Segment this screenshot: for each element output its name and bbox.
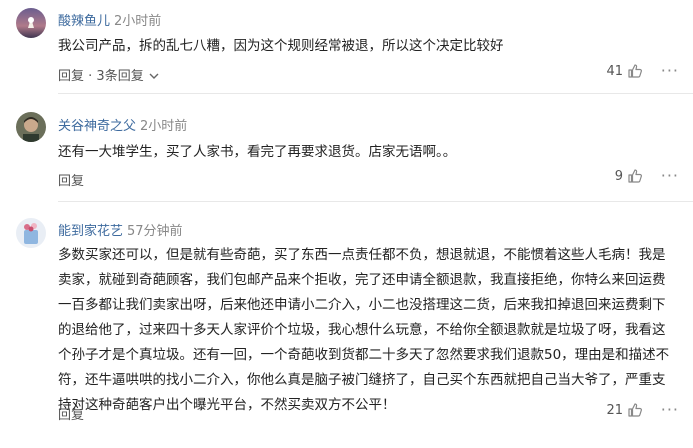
reply-button[interactable]: 回复 [58,174,84,189]
like-count: 41 [606,63,623,79]
like-control[interactable]: 41 [606,63,643,79]
comment-item: 能到家花艺 57分钟前 多数买家还可以，但是就有些奇葩，买了东西一点责任都不负，想… [0,202,693,448]
chevron-down-icon[interactable] [149,69,159,84]
comment-item: 酸辣鱼儿 2小时前 我公司产品，拆的乱七八糟，因为这个规则经常被退，所以这个决定比… [0,0,693,94]
reply-button[interactable]: 回复 [58,408,84,423]
thumbs-up-icon[interactable] [627,63,643,79]
comment-username[interactable]: 酸辣鱼儿 2小时前 [58,10,161,29]
more-dots-icon[interactable]: ··· [661,166,679,185]
sunset-avatar-icon[interactable] [16,8,46,38]
more-dots-icon[interactable]: ··· [661,61,679,80]
replies-count-link[interactable]: · 3条回复 [88,69,144,84]
comment-actions: 回复 [58,404,84,423]
flower-avatar-icon[interactable] [16,218,46,248]
like-count: 9 [614,168,623,184]
comment-text: 我公司产品，拆的乱七八糟，因为这个规则经常被退，所以这个决定比较好 [58,38,504,54]
comment-time: 2小时前 [114,14,162,29]
comment-text: 多数买家还可以，但是就有些奇葩，买了东西一点责任都不负，想退就退，不能惯着这些人… [58,247,670,413]
username-text[interactable]: 关谷神奇之父 [58,119,136,134]
like-control[interactable]: 21 [606,402,643,418]
like-count: 21 [606,402,623,418]
like-control[interactable]: 9 [615,168,643,184]
comment-time: 57分钟前 [127,224,183,239]
thumbs-up-icon[interactable] [627,402,643,418]
thumbs-up-icon[interactable] [627,168,643,184]
comment-actions: 回复 · 3条回复 [58,65,159,84]
more-dots-icon[interactable]: ··· [661,400,679,419]
username-text[interactable]: 酸辣鱼儿 [58,14,110,29]
comment-username[interactable]: 关谷神奇之父 2小时前 [58,115,187,134]
reply-button[interactable]: 回复 [58,69,84,84]
portrait-avatar-icon[interactable] [16,112,46,142]
comment-item: 关谷神奇之父 2小时前 还有一大堆学生，买了人家书，看完了再要求退货。店家无语啊。… [0,94,693,202]
comment-username[interactable]: 能到家花艺 57分钟前 [58,220,183,239]
comment-actions: 回复 [58,170,84,189]
username-text[interactable]: 能到家花艺 [58,224,123,239]
comment-time: 2小时前 [140,119,188,134]
comment-text: 还有一大堆学生，买了人家书，看完了再要求退货。店家无语啊。。 [58,144,457,160]
